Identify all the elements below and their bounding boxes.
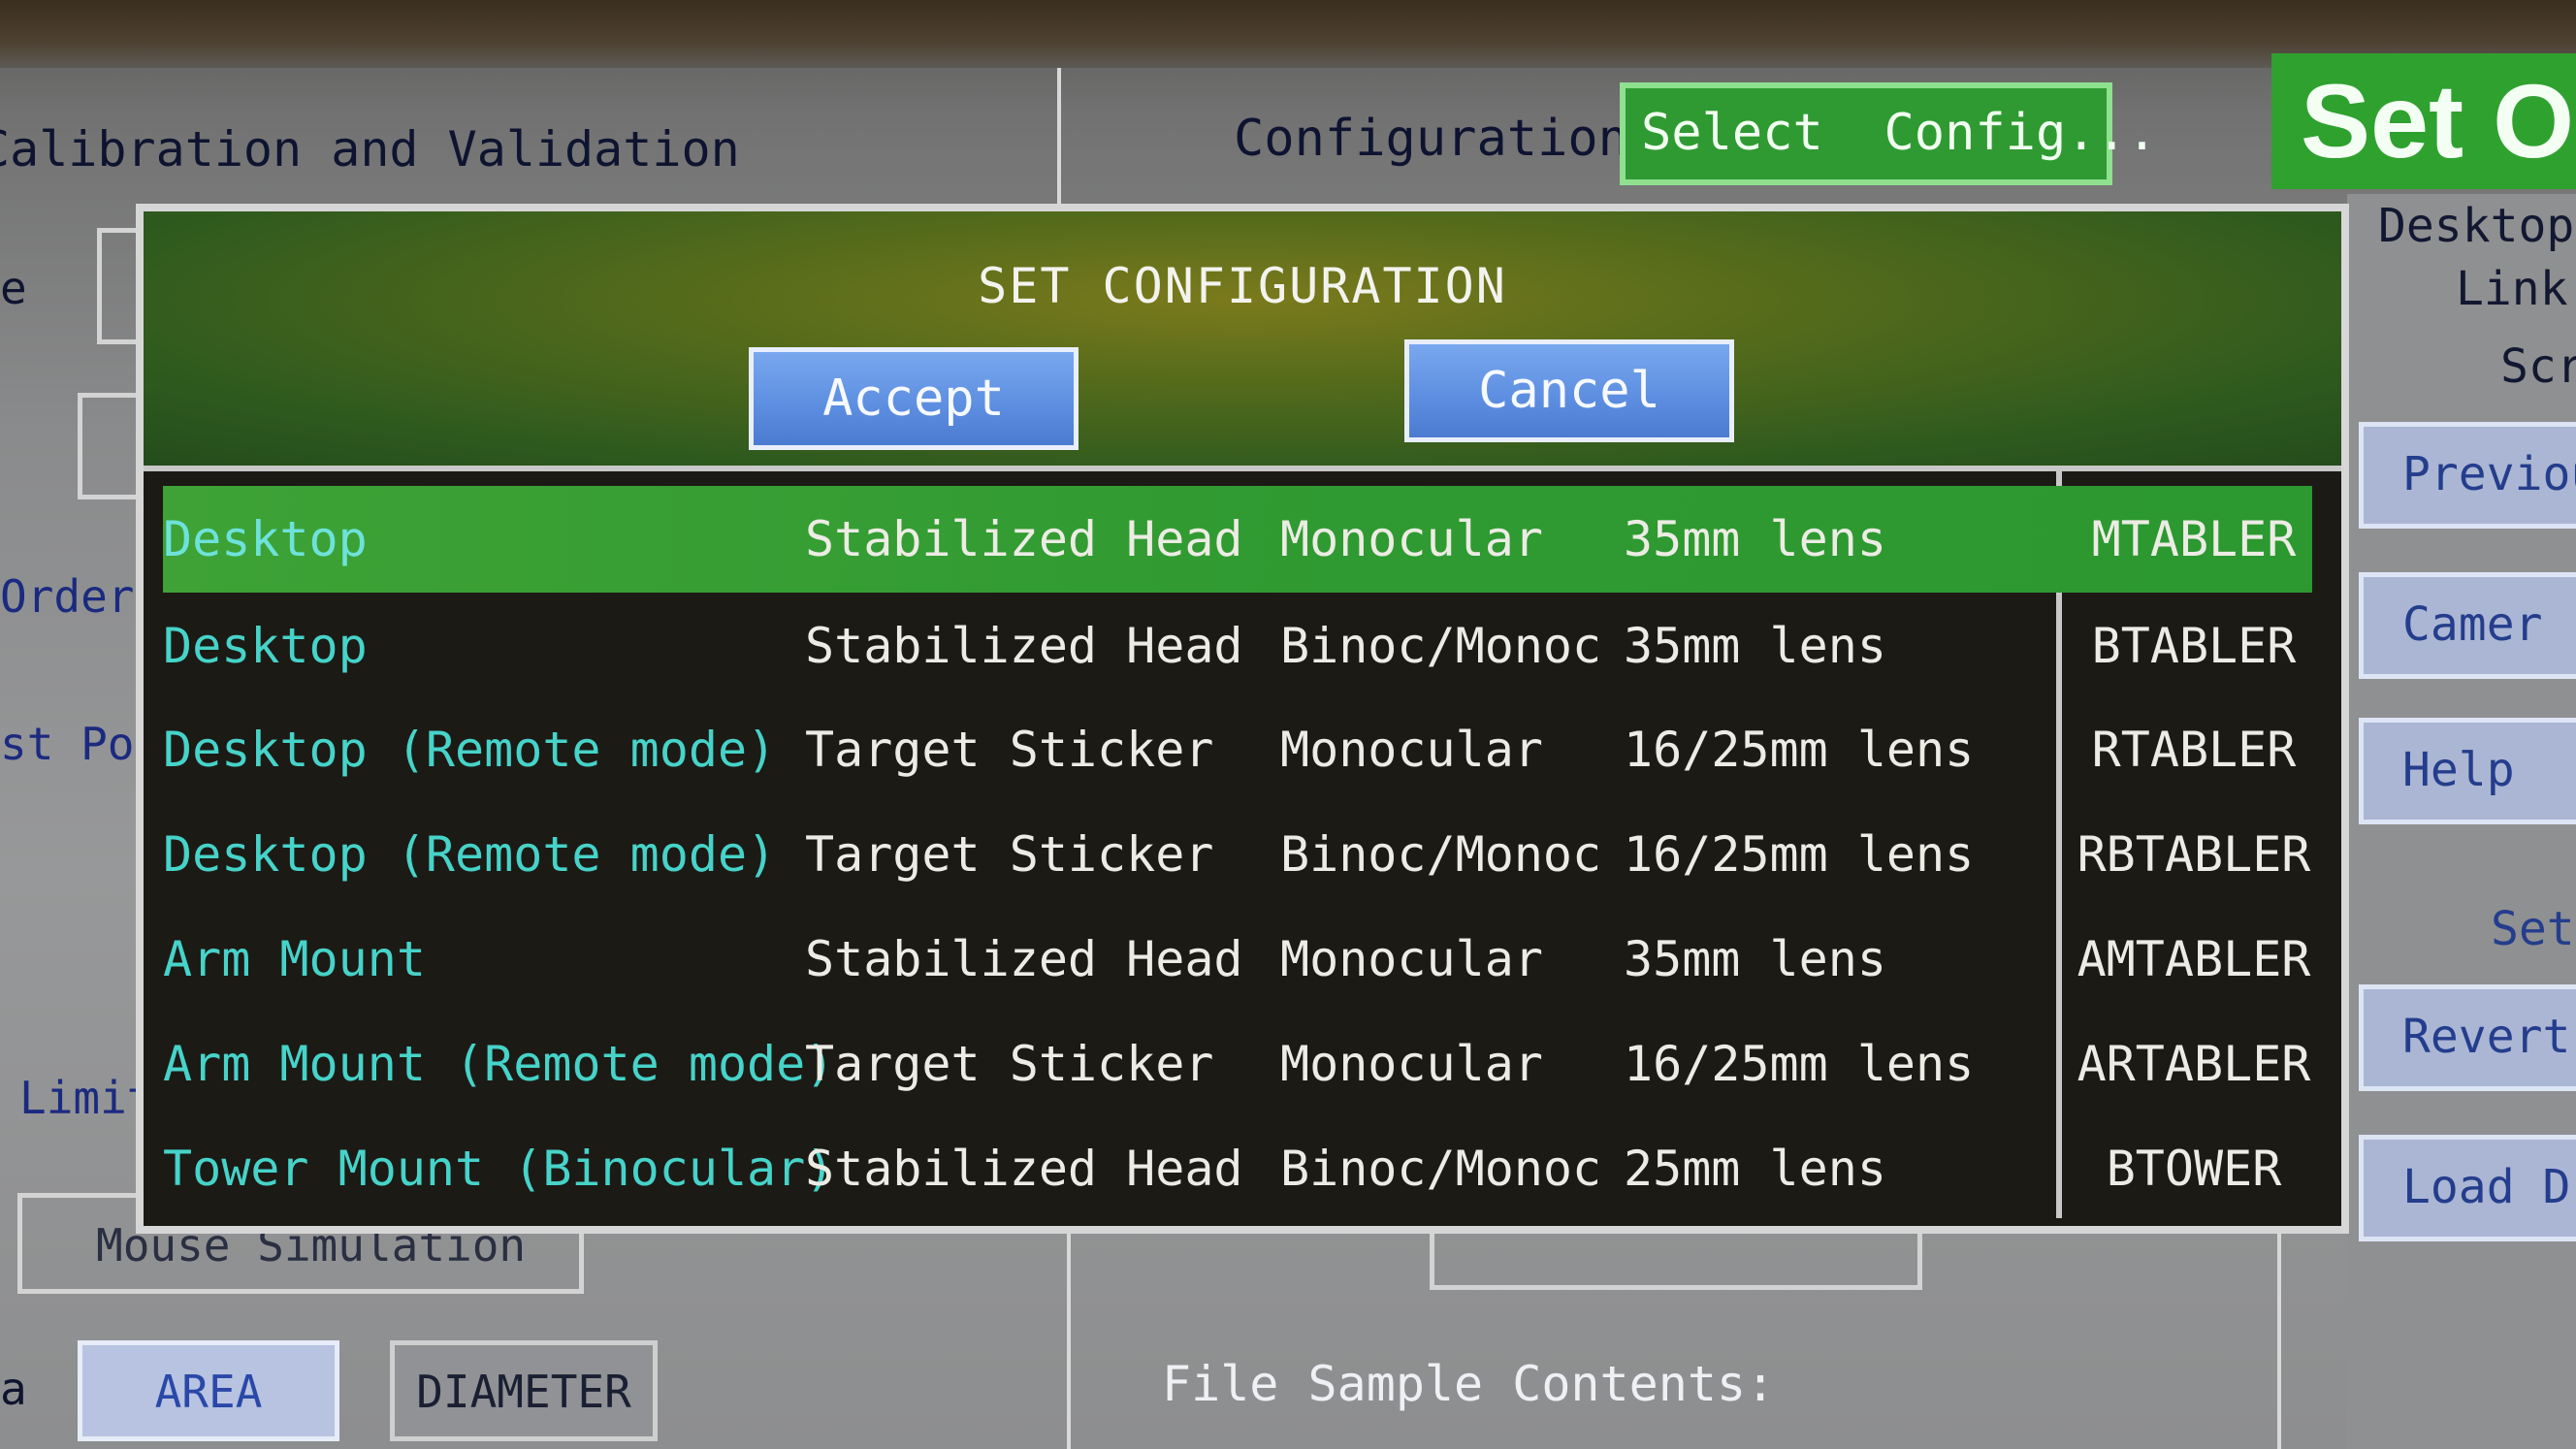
config-code: RBTABLER	[2077, 826, 2311, 883]
config-head: Target Sticker	[805, 826, 1214, 883]
config-lens: 16/25mm lens	[1624, 826, 1975, 883]
file-sample-label: File Sample Contents:	[1162, 1356, 1776, 1412]
config-head: Stabilized Head	[805, 1141, 1243, 1197]
config-ocular: Binoc/Monoc	[1280, 1141, 1602, 1197]
config-ocular: Monocular	[1280, 511, 1543, 567]
previous-button[interactable]: Previou	[2359, 422, 2576, 529]
configuration-row[interactable]: Tower Mount (Binocular) Stabilized Head Bi…	[163, 1115, 2312, 1222]
diameter-button[interactable]: DIAMETER	[390, 1340, 658, 1441]
side-label-screen: Scr	[2500, 339, 2576, 394]
config-name: Desktop (Remote mode)	[163, 722, 777, 778]
accept-button[interactable]: Accept	[749, 347, 1079, 450]
config-head: Stabilized Head	[805, 511, 1243, 567]
configuration-row[interactable]: Desktop (Remote mode) Target Sticker Monoc…	[163, 696, 2312, 803]
area-button[interactable]: AREA	[78, 1340, 339, 1441]
side-label-link: Link	[2456, 262, 2568, 316]
bottom-divider	[1067, 1232, 1071, 1449]
config-lens: 16/25mm lens	[1624, 722, 1975, 778]
set-options-title: Set Op	[2271, 53, 2576, 189]
config-name: Desktop (Remote mode)	[163, 826, 777, 883]
order-button[interactable]: Order	[0, 570, 134, 623]
camera-button[interactable]: Camer	[2359, 572, 2576, 679]
config-head: Target Sticker	[805, 722, 1214, 778]
window-title: Calibration and Validation	[0, 121, 740, 177]
dialog-header: SET CONFIGURATION Accept Cancel	[144, 211, 2341, 466]
configuration-row[interactable]: Desktop Stabilized Head Monocular 35mm lens…	[163, 486, 2312, 593]
monitor-bezel	[0, 0, 2576, 68]
set-label[interactable]: Set	[2491, 902, 2575, 956]
config-name: Desktop	[163, 618, 368, 674]
config-code: RTABLER	[2091, 722, 2297, 778]
load-button[interactable]: Load D	[2359, 1135, 2576, 1241]
configuration-label: Configuration:	[1234, 110, 1659, 168]
config-code: ARTABLER	[2077, 1036, 2311, 1092]
config-code: BTABLER	[2091, 618, 2297, 674]
bottom-divider-2	[2277, 1232, 2281, 1449]
config-ocular: Binoc/Monoc	[1280, 826, 1602, 883]
side-label-desktop: Desktop	[2378, 199, 2575, 253]
config-head: Target Sticker	[805, 1036, 1214, 1092]
configuration-row[interactable]: Arm Mount (Remote mode) Target Sticker Mon…	[163, 1011, 2312, 1117]
help-button[interactable]: Help	[2359, 718, 2576, 824]
config-lens: 35mm lens	[1624, 511, 1886, 567]
config-name: Arm Mount	[163, 931, 426, 987]
config-name: Tower Mount (Binocular)	[163, 1141, 835, 1197]
left-label-fragment: e	[0, 262, 27, 314]
config-head: Stabilized Head	[805, 931, 1243, 987]
configuration-row[interactable]: Arm Mount Stabilized Head Monocular 35mm le…	[163, 906, 2312, 1013]
config-lens: 35mm lens	[1624, 618, 1886, 674]
config-code: BTOWER	[2106, 1141, 2282, 1197]
dialog-title: SET CONFIGURATION	[978, 258, 1507, 314]
config-lens: 16/25mm lens	[1624, 1036, 1975, 1092]
configuration-row[interactable]: Desktop Stabilized Head Binoc/Monoc 35mm le…	[163, 593, 2312, 699]
config-name: Arm Mount (Remote mode)	[163, 1036, 835, 1092]
config-ocular: Monocular	[1280, 1036, 1543, 1092]
config-lens: 25mm lens	[1624, 1141, 1886, 1197]
configuration-select[interactable]: Select Config...	[1620, 82, 2157, 185]
dialog-divider	[144, 466, 2341, 471]
left-label-fragment-a: a	[0, 1363, 27, 1415]
config-ocular: Monocular	[1280, 722, 1543, 778]
config-lens: 35mm lens	[1624, 931, 1886, 987]
config-head: Stabilized Head	[805, 618, 1243, 674]
config-ocular: Binoc/Monoc	[1280, 618, 1602, 674]
config-code: AMTABLER	[2077, 931, 2311, 987]
configuration-row[interactable]: Desktop (Remote mode) Target Sticker Binoc…	[163, 801, 2312, 908]
limit-button[interactable]: Limit	[19, 1072, 153, 1124]
screen: Calibration and Validation Configuration…	[0, 0, 2576, 1449]
revert-button[interactable]: Revert	[2359, 984, 2576, 1091]
cancel-button[interactable]: Cancel	[1404, 339, 1734, 442]
config-ocular: Monocular	[1280, 931, 1543, 987]
config-code: MTABLER	[2091, 511, 2297, 567]
header-divider	[1057, 68, 1061, 213]
set-configuration-dialog: SET CONFIGURATION Accept Cancel Desktop S…	[136, 204, 2349, 1234]
config-name: Desktop	[163, 511, 368, 567]
